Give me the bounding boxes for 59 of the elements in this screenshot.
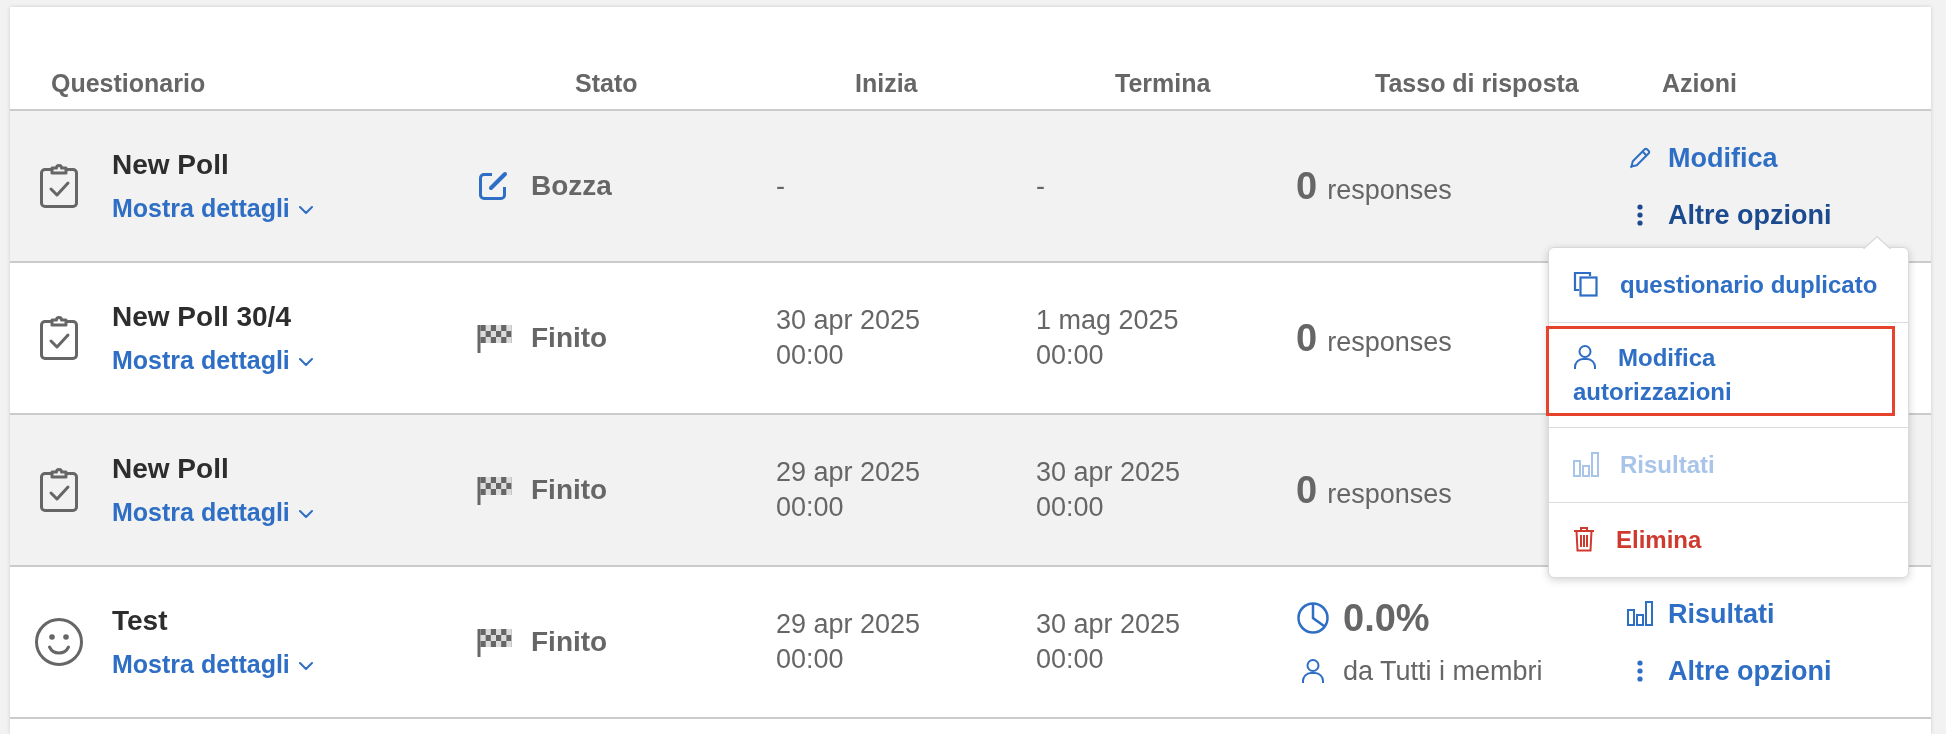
response-count: 0 xyxy=(1296,316,1318,360)
checkered-flag-icon xyxy=(477,474,513,506)
status-label: Finito xyxy=(531,474,608,506)
poll-title: New Poll 30/4 xyxy=(112,300,291,334)
start-date: 29 apr 2025 00:00 xyxy=(776,456,922,524)
clipboard-check-icon xyxy=(39,315,79,361)
poll-title: New Poll xyxy=(112,452,229,486)
menu-item[interactable]: Elimina xyxy=(1549,502,1908,577)
end-date: 1 mag 2025 00:00 xyxy=(1036,304,1180,372)
person-icon xyxy=(1301,658,1325,684)
more-options-link[interactable]: Altre opzioni xyxy=(1627,196,1832,233)
menu-item[interactable]: questionario duplicato xyxy=(1549,247,1908,322)
checkered-flag-icon xyxy=(477,322,513,354)
vertical-dots-icon xyxy=(1636,202,1644,227)
responses-label: responses xyxy=(1327,327,1452,358)
responses-label: responses xyxy=(1327,479,1452,510)
status-label: Finito xyxy=(531,322,608,354)
status-label: Finito xyxy=(531,626,608,658)
person-icon xyxy=(1573,343,1597,370)
column-header: Stato xyxy=(574,68,639,98)
menu-item[interactable]: Modifica autorizzazioni xyxy=(1546,325,1895,416)
more-options-link[interactable]: Altre opzioni xyxy=(1627,652,1832,689)
vertical-dots-icon xyxy=(1636,658,1644,683)
response-rate: 0.0% xyxy=(1343,596,1430,640)
start-date: 30 apr 2025 00:00 xyxy=(776,304,922,372)
details-link[interactable]: Mostra dettagli xyxy=(112,496,313,528)
bar-chart-icon xyxy=(1627,601,1653,626)
details-link[interactable]: Mostra dettagli xyxy=(112,648,313,680)
column-header: Azioni xyxy=(1661,68,1738,98)
bar-chart-icon xyxy=(1573,451,1599,477)
column-header: Questionario xyxy=(50,68,207,98)
details-link[interactable]: Mostra dettagli xyxy=(112,192,313,224)
poll-title: New Poll xyxy=(112,148,229,182)
smiley-face-icon xyxy=(35,618,83,666)
copy-icon xyxy=(1573,270,1599,297)
poll-title: Test xyxy=(112,604,168,638)
details-link[interactable]: Mostra dettagli xyxy=(112,344,313,376)
end-date: 30 apr 2025 00:00 xyxy=(1036,456,1182,524)
start-date: - xyxy=(776,169,785,203)
pie-chart-icon xyxy=(1297,602,1329,634)
end-date: 30 apr 2025 00:00 xyxy=(1036,608,1182,676)
pencil-icon xyxy=(1628,145,1652,170)
audience-label: da Tutti i membri xyxy=(1343,655,1543,688)
response-count: 0 xyxy=(1296,164,1318,208)
trash-icon xyxy=(1573,525,1595,552)
status-label: Bozza xyxy=(531,170,612,202)
pencil-square-icon xyxy=(477,170,509,202)
responses-label: responses xyxy=(1327,175,1452,206)
clipboard-check-icon xyxy=(39,163,79,209)
checkered-flag-icon xyxy=(477,626,513,658)
results-link[interactable]: Risultati xyxy=(1627,595,1775,632)
edit-link[interactable]: Modifica xyxy=(1627,139,1778,176)
end-date: - xyxy=(1036,169,1045,203)
column-header: Termina xyxy=(1114,68,1212,98)
response-count: 0 xyxy=(1296,468,1318,512)
column-header: Inizia xyxy=(854,68,919,98)
start-date: 29 apr 2025 00:00 xyxy=(776,608,922,676)
clipboard-check-icon xyxy=(39,467,79,513)
column-header: Tasso di risposta xyxy=(1374,68,1580,98)
